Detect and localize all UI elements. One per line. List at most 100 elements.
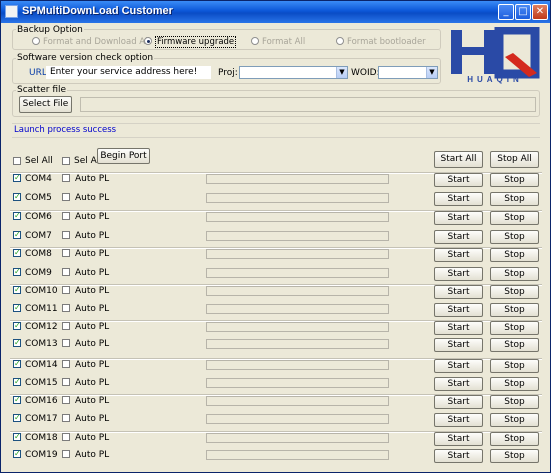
auto-pl-checkbox[interactable] — [62, 339, 70, 347]
port-progress-bar — [206, 212, 389, 222]
port-stop-button[interactable]: Stop — [490, 359, 539, 373]
port-checkbox[interactable]: ✓ — [13, 193, 21, 201]
port-stop-button[interactable]: Stop — [490, 321, 539, 335]
select-file-button[interactable]: Select File — [19, 96, 72, 113]
sel-all-checkbox-1[interactable] — [13, 157, 21, 165]
maximize-button[interactable]: □ — [515, 4, 531, 20]
port-start-button[interactable]: Start — [434, 211, 483, 225]
backup-option-legend: Backup Option — [16, 25, 84, 35]
auto-pl-label: Auto PL — [75, 212, 110, 222]
port-checkbox[interactable]: ✓ — [13, 339, 21, 347]
port-stop-button[interactable]: Stop — [490, 192, 539, 206]
port-start-button[interactable]: Start — [434, 449, 483, 463]
auto-pl-checkbox[interactable] — [62, 286, 70, 294]
port-checkbox[interactable]: ✓ — [13, 433, 21, 441]
port-stop-button[interactable]: Stop — [490, 173, 539, 187]
port-progress-bar — [206, 414, 389, 424]
port-checkbox[interactable]: ✓ — [13, 414, 21, 422]
port-stop-button[interactable]: Stop — [490, 248, 539, 262]
port-start-button[interactable]: Start — [434, 395, 483, 409]
port-checkbox[interactable]: ✓ — [13, 450, 21, 458]
woid-select[interactable]: ▼ — [378, 66, 438, 79]
scatter-file-legend: Scatter file — [16, 85, 68, 95]
auto-pl-checkbox[interactable] — [62, 396, 70, 404]
port-checkbox[interactable]: ✓ — [13, 212, 21, 220]
port-start-button[interactable]: Start — [434, 285, 483, 299]
port-checkbox[interactable]: ✓ — [13, 286, 21, 294]
proj-select[interactable]: ▼ — [239, 66, 348, 79]
auto-pl-checkbox[interactable] — [62, 433, 70, 441]
port-stop-button[interactable]: Stop — [490, 303, 539, 317]
port-stop-button[interactable]: Stop — [490, 413, 539, 427]
port-stop-button[interactable]: Stop — [490, 211, 539, 225]
port-checkbox[interactable]: ✓ — [13, 231, 21, 239]
radio-dot — [32, 37, 40, 45]
port-start-button[interactable]: Start — [434, 248, 483, 262]
port-stop-button[interactable]: Stop — [490, 377, 539, 391]
port-start-button[interactable]: Start — [434, 192, 483, 206]
auto-pl-checkbox[interactable] — [62, 304, 70, 312]
auto-pl-label: Auto PL — [75, 433, 110, 443]
auto-pl-checkbox[interactable] — [62, 378, 70, 386]
auto-pl-checkbox[interactable] — [62, 249, 70, 257]
radio-firmware-upgrade[interactable]: Firmware upgrade — [144, 36, 237, 48]
port-start-button[interactable]: Start — [434, 173, 483, 187]
port-start-button[interactable]: Start — [434, 432, 483, 446]
port-checkbox[interactable]: ✓ — [13, 378, 21, 386]
port-stop-button[interactable]: Stop — [490, 338, 539, 352]
app-icon — [5, 5, 18, 18]
port-start-button[interactable]: Start — [434, 413, 483, 427]
port-checkbox[interactable]: ✓ — [13, 174, 21, 182]
auto-pl-checkbox[interactable] — [62, 174, 70, 182]
minimize-button[interactable]: _ — [498, 4, 514, 20]
auto-pl-checkbox[interactable] — [62, 231, 70, 239]
sel-all-checkbox-2[interactable] — [62, 157, 70, 165]
port-start-button[interactable]: Start — [434, 321, 483, 335]
port-stop-button[interactable]: Stop — [490, 230, 539, 244]
port-label: COM14 — [25, 360, 58, 370]
auto-pl-checkbox[interactable] — [62, 414, 70, 422]
auto-pl-checkbox[interactable] — [62, 360, 70, 368]
auto-pl-checkbox[interactable] — [62, 450, 70, 458]
port-checkbox[interactable]: ✓ — [13, 304, 21, 312]
port-stop-button[interactable]: Stop — [490, 395, 539, 409]
port-checkbox[interactable]: ✓ — [13, 249, 21, 257]
auto-pl-checkbox[interactable] — [62, 193, 70, 201]
port-checkbox[interactable]: ✓ — [13, 268, 21, 276]
scatter-path-field[interactable] — [80, 97, 536, 112]
url-input[interactable]: Enter your service address here! — [46, 66, 211, 79]
stop-all-button[interactable]: Stop All — [490, 151, 539, 168]
radio-format-bootloader[interactable]: Format bootloader — [336, 37, 426, 47]
port-stop-button[interactable]: Stop — [490, 432, 539, 446]
port-start-button[interactable]: Start — [434, 267, 483, 281]
auto-pl-checkbox[interactable] — [62, 322, 70, 330]
port-progress-bar — [206, 193, 389, 203]
title-bar[interactable]: SPMultiDownLoad Customer _ □ ✕ — [1, 1, 550, 23]
port-checkbox[interactable]: ✓ — [13, 322, 21, 330]
port-stop-button[interactable]: Stop — [490, 267, 539, 281]
port-label: COM10 — [25, 286, 58, 296]
port-start-button[interactable]: Start — [434, 359, 483, 373]
port-start-button[interactable]: Start — [434, 377, 483, 391]
port-start-button[interactable]: Start — [434, 303, 483, 317]
port-progress-bar — [206, 268, 389, 278]
auto-pl-checkbox[interactable] — [62, 212, 70, 220]
radio-format-download-all[interactable]: Format and Download All — [32, 37, 150, 47]
port-start-button[interactable]: Start — [434, 338, 483, 352]
port-checkbox[interactable]: ✓ — [13, 396, 21, 404]
port-progress-bar — [206, 304, 389, 314]
port-start-button[interactable]: Start — [434, 230, 483, 244]
close-button[interactable]: ✕ — [532, 4, 548, 20]
radio-format-all[interactable]: Format All — [251, 37, 305, 47]
port-checkbox[interactable]: ✓ — [13, 360, 21, 368]
port-label: COM13 — [25, 339, 58, 349]
start-all-button[interactable]: Start All — [434, 151, 483, 168]
begin-port-button[interactable]: Begin Port — [97, 148, 150, 164]
port-stop-button[interactable]: Stop — [490, 449, 539, 463]
window-title: SPMultiDownLoad Customer — [22, 5, 173, 17]
auto-pl-label: Auto PL — [75, 249, 110, 259]
auto-pl-checkbox[interactable] — [62, 268, 70, 276]
port-stop-button[interactable]: Stop — [490, 285, 539, 299]
radio-dot — [144, 37, 152, 45]
port-progress-bar — [206, 339, 389, 349]
